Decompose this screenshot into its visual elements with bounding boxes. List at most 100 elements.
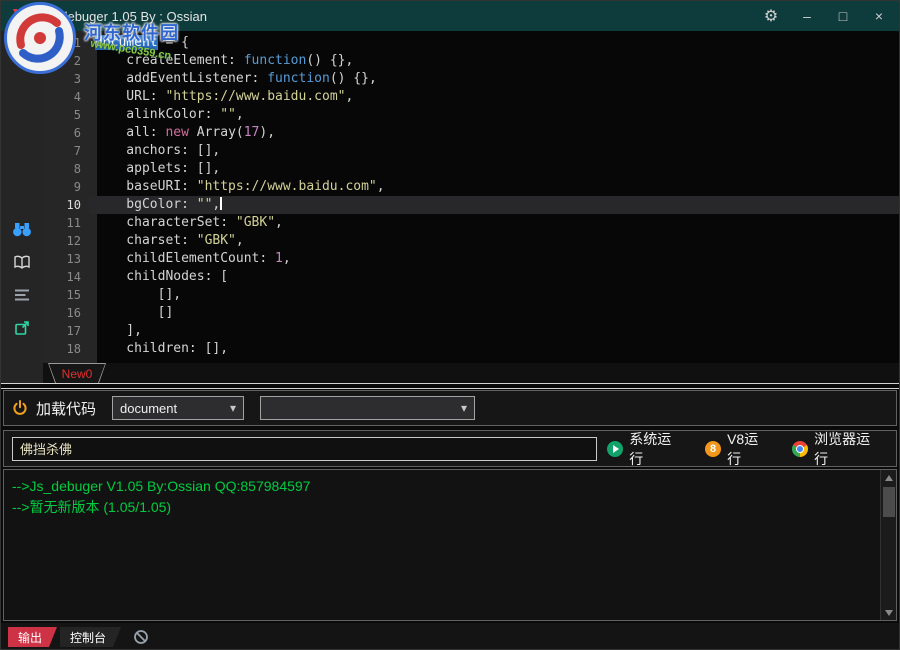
line-number[interactable]: 7: [43, 142, 89, 160]
code-text: all: new Array(17),: [89, 124, 899, 142]
code-line[interactable]: 10 bgColor: "",: [43, 196, 899, 214]
code-text: document = {: [89, 34, 899, 52]
code-text: baseURI: "https://www.baidu.com",: [89, 178, 899, 196]
code-area: 1document = {2 createElement: function()…: [43, 34, 899, 358]
code-line[interactable]: 5 alinkColor: "",: [43, 106, 899, 124]
v8-icon: 8: [705, 441, 721, 457]
code-line[interactable]: 6 all: new Array(17),: [43, 124, 899, 142]
code-text: []: [89, 304, 899, 322]
text-cursor: [220, 197, 222, 210]
code-line[interactable]: 14 childNodes: [: [43, 268, 899, 286]
tab-output[interactable]: 输出: [8, 627, 57, 647]
code-text: childNodes: [: [89, 268, 899, 286]
code-text: addEventListener: function() {},: [89, 70, 899, 88]
line-number[interactable]: 2: [43, 52, 89, 70]
titlebar: Js_debuger 1.05 By : Ossian ⚙ – □ ×: [1, 1, 899, 31]
output-lines: -->Js_debuger V1.05 By:Ossian QQ:8579845…: [12, 476, 876, 518]
scrollbar-thumb[interactable]: [883, 487, 895, 517]
tab-console[interactable]: 控制台: [60, 627, 121, 647]
code-text: children: [],: [89, 340, 899, 358]
code-line[interactable]: 3 addEventListener: function() {},: [43, 70, 899, 88]
app-logo-icon: [11, 8, 31, 24]
line-number[interactable]: 6: [43, 124, 89, 142]
code-line[interactable]: 15 [],: [43, 286, 899, 304]
chevron-down-icon: ▾: [461, 401, 467, 415]
line-number[interactable]: 13: [43, 250, 89, 268]
splitter-divider[interactable]: [1, 383, 899, 389]
run-bar: 系统运行 8 V8运行 浏览器运行: [3, 430, 897, 467]
object-dropdown-value: document: [120, 401, 177, 416]
line-number[interactable]: 10: [43, 196, 89, 214]
book-icon[interactable]: [10, 250, 34, 274]
code-line[interactable]: 17 ],: [43, 322, 899, 340]
line-number[interactable]: 1: [43, 34, 89, 52]
v8-run-button[interactable]: 8 V8运行: [705, 429, 772, 469]
code-line[interactable]: 16 []: [43, 304, 899, 322]
code-text: characterSet: "GBK",: [89, 214, 899, 232]
bottom-tabbar: 输出 控制台: [1, 623, 899, 650]
code-line[interactable]: 12 charset: "GBK",: [43, 232, 899, 250]
code-line[interactable]: 4 URL: "https://www.baidu.com",: [43, 88, 899, 106]
output-line: -->暂无新版本 (1.05/1.05): [12, 497, 876, 518]
editor-tab-new0[interactable]: New0: [48, 363, 106, 383]
v8-run-label: V8运行: [727, 429, 772, 469]
clear-prohibition-icon[interactable]: [133, 629, 149, 645]
system-run-button[interactable]: 系统运行: [607, 429, 685, 469]
power-icon: [12, 400, 28, 416]
search-binoculars-icon[interactable]: [10, 217, 34, 241]
line-number[interactable]: 17: [43, 322, 89, 340]
code-text: [],: [89, 286, 899, 304]
code-line[interactable]: 9 baseURI: "https://www.baidu.com",: [43, 178, 899, 196]
editor-tabstrip: New0: [43, 363, 899, 383]
code-text: URL: "https://www.baidu.com",: [89, 88, 899, 106]
scroll-up-icon[interactable]: [881, 470, 897, 485]
line-number[interactable]: 11: [43, 214, 89, 232]
code-line[interactable]: 2 createElement: function() {},: [43, 52, 899, 70]
line-number[interactable]: 18: [43, 340, 89, 358]
run-buttons: 系统运行 8 V8运行 浏览器运行: [607, 429, 888, 469]
code-text: createElement: function() {},: [89, 52, 899, 70]
code-line[interactable]: 18 children: [],: [43, 340, 899, 358]
output-console[interactable]: -->Js_debuger V1.05 By:Ossian QQ:8579845…: [3, 469, 897, 621]
chevron-down-icon: ▾: [230, 401, 236, 415]
code-text: alinkColor: "",: [89, 106, 899, 124]
code-text: bgColor: "",: [89, 196, 899, 214]
sidebar: [1, 31, 43, 383]
maximize-button[interactable]: □: [833, 8, 853, 24]
secondary-dropdown[interactable]: ▾: [260, 396, 475, 420]
line-number[interactable]: 15: [43, 286, 89, 304]
code-text: ],: [89, 322, 899, 340]
line-number[interactable]: 9: [43, 178, 89, 196]
code-editor[interactable]: 1document = {2 createElement: function()…: [43, 31, 899, 363]
line-number[interactable]: 12: [43, 232, 89, 250]
command-input[interactable]: [12, 437, 597, 461]
output-scrollbar[interactable]: [880, 470, 896, 620]
code-line[interactable]: 8 applets: [],: [43, 160, 899, 178]
line-number[interactable]: 14: [43, 268, 89, 286]
scroll-down-icon[interactable]: [881, 605, 897, 620]
window-controls: ⚙ – □ ×: [761, 6, 889, 26]
line-number[interactable]: 5: [43, 106, 89, 124]
app-window: Js_debuger 1.05 By : Ossian ⚙ – □ ×: [0, 0, 900, 650]
list-lines-icon[interactable]: [10, 283, 34, 307]
browser-run-label: 浏览器运行: [814, 429, 884, 469]
code-line[interactable]: 11 characterSet: "GBK",: [43, 214, 899, 232]
line-number[interactable]: 16: [43, 304, 89, 322]
code-text: charset: "GBK",: [89, 232, 899, 250]
line-number[interactable]: 8: [43, 160, 89, 178]
load-code-button[interactable]: 加载代码: [12, 398, 96, 419]
load-code-label: 加载代码: [36, 398, 96, 419]
code-line[interactable]: 1document = {: [43, 34, 899, 52]
code-line[interactable]: 7 anchors: [],: [43, 142, 899, 160]
object-dropdown[interactable]: document ▾: [112, 396, 244, 420]
browser-run-button[interactable]: 浏览器运行: [792, 429, 884, 469]
line-number[interactable]: 3: [43, 70, 89, 88]
toolbar: 加载代码 document ▾ ▾: [3, 390, 897, 426]
code-line[interactable]: 13 childElementCount: 1,: [43, 250, 899, 268]
external-link-icon[interactable]: [10, 316, 34, 340]
line-number[interactable]: 4: [43, 88, 89, 106]
close-button[interactable]: ×: [869, 8, 889, 24]
system-run-label: 系统运行: [629, 429, 685, 469]
settings-icon[interactable]: ⚙: [761, 6, 781, 26]
minimize-button[interactable]: –: [797, 8, 817, 24]
